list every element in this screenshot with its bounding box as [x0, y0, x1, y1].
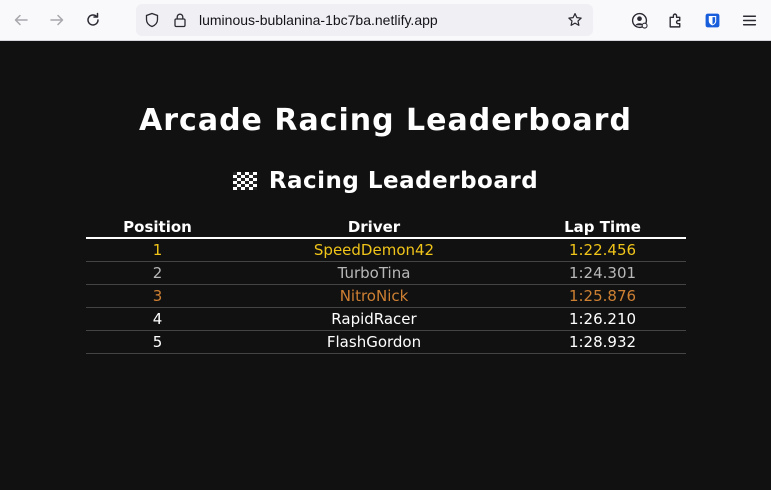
arrow-left-icon — [14, 14, 28, 26]
driver-cell: TurboTina — [229, 261, 519, 285]
extensions-button[interactable] — [661, 6, 689, 34]
lap-time-cell: 1:22.456 — [519, 238, 686, 262]
bitwarden-extension-button[interactable] — [698, 6, 726, 34]
browser-toolbar: luminous-bublanina-1bc7ba.netlify.app — [0, 0, 771, 41]
table-header-row: Position Driver Lap Time — [86, 216, 686, 239]
driver-cell: FlashGordon — [229, 330, 519, 354]
leaderboard-table: Position Driver Lap Time 1 SpeedDemon42 … — [86, 216, 686, 354]
position-cell: 2 — [86, 261, 229, 285]
reload-button[interactable] — [79, 6, 107, 34]
driver-cell: RapidRacer — [229, 307, 519, 331]
header-driver: Driver — [229, 216, 519, 239]
header-position: Position — [86, 216, 229, 239]
reload-icon — [87, 12, 99, 26]
account-button[interactable] — [625, 6, 653, 34]
shield-extension-icon — [705, 13, 719, 27]
menu-button[interactable] — [735, 6, 763, 34]
position-cell: 3 — [86, 284, 229, 308]
arrow-right-icon — [50, 14, 64, 26]
page-title: Arcade Racing Leaderboard — [139, 103, 632, 138]
page-content: Arcade Racing Leaderboard Racing Leaderb… — [0, 41, 771, 490]
checkered-flag-icon — [232, 172, 257, 190]
lap-time-cell: 1:26.210 — [519, 307, 686, 331]
position-cell: 4 — [86, 307, 229, 331]
lap-time-cell: 1:28.932 — [519, 330, 686, 354]
puzzle-icon — [668, 13, 680, 28]
table-row: 3 NitroNick 1:25.876 — [86, 284, 686, 308]
lap-time-cell: 1:25.876 — [519, 284, 686, 308]
bookmark-star-icon[interactable] — [566, 11, 584, 29]
account-icon — [631, 12, 648, 29]
forward-button[interactable] — [43, 6, 71, 34]
address-bar[interactable]: luminous-bublanina-1bc7ba.netlify.app — [136, 4, 593, 36]
table-row: 1 SpeedDemon42 1:22.456 — [86, 238, 686, 262]
leaderboard-heading: Racing Leaderboard — [0, 168, 771, 194]
position-cell: 5 — [86, 330, 229, 354]
lap-time-cell: 1:24.301 — [519, 261, 686, 285]
table-row: 4 RapidRacer 1:26.210 — [86, 307, 686, 331]
position-cell: 1 — [86, 238, 229, 262]
back-button[interactable] — [7, 6, 35, 34]
driver-cell: NitroNick — [229, 284, 519, 308]
hamburger-menu-icon — [742, 15, 756, 25]
leaderboard-subtitle: Racing Leaderboard — [268, 168, 539, 194]
tracking-shield-icon[interactable] — [143, 11, 161, 29]
table-row: 2 TurboTina 1:24.301 — [86, 261, 686, 285]
header-lap-time: Lap Time — [519, 216, 686, 239]
lock-icon[interactable] — [171, 11, 189, 29]
table-row: 5 FlashGordon 1:28.932 — [86, 330, 686, 354]
driver-cell: SpeedDemon42 — [229, 238, 519, 262]
url-text[interactable]: luminous-bublanina-1bc7ba.netlify.app — [199, 12, 438, 28]
